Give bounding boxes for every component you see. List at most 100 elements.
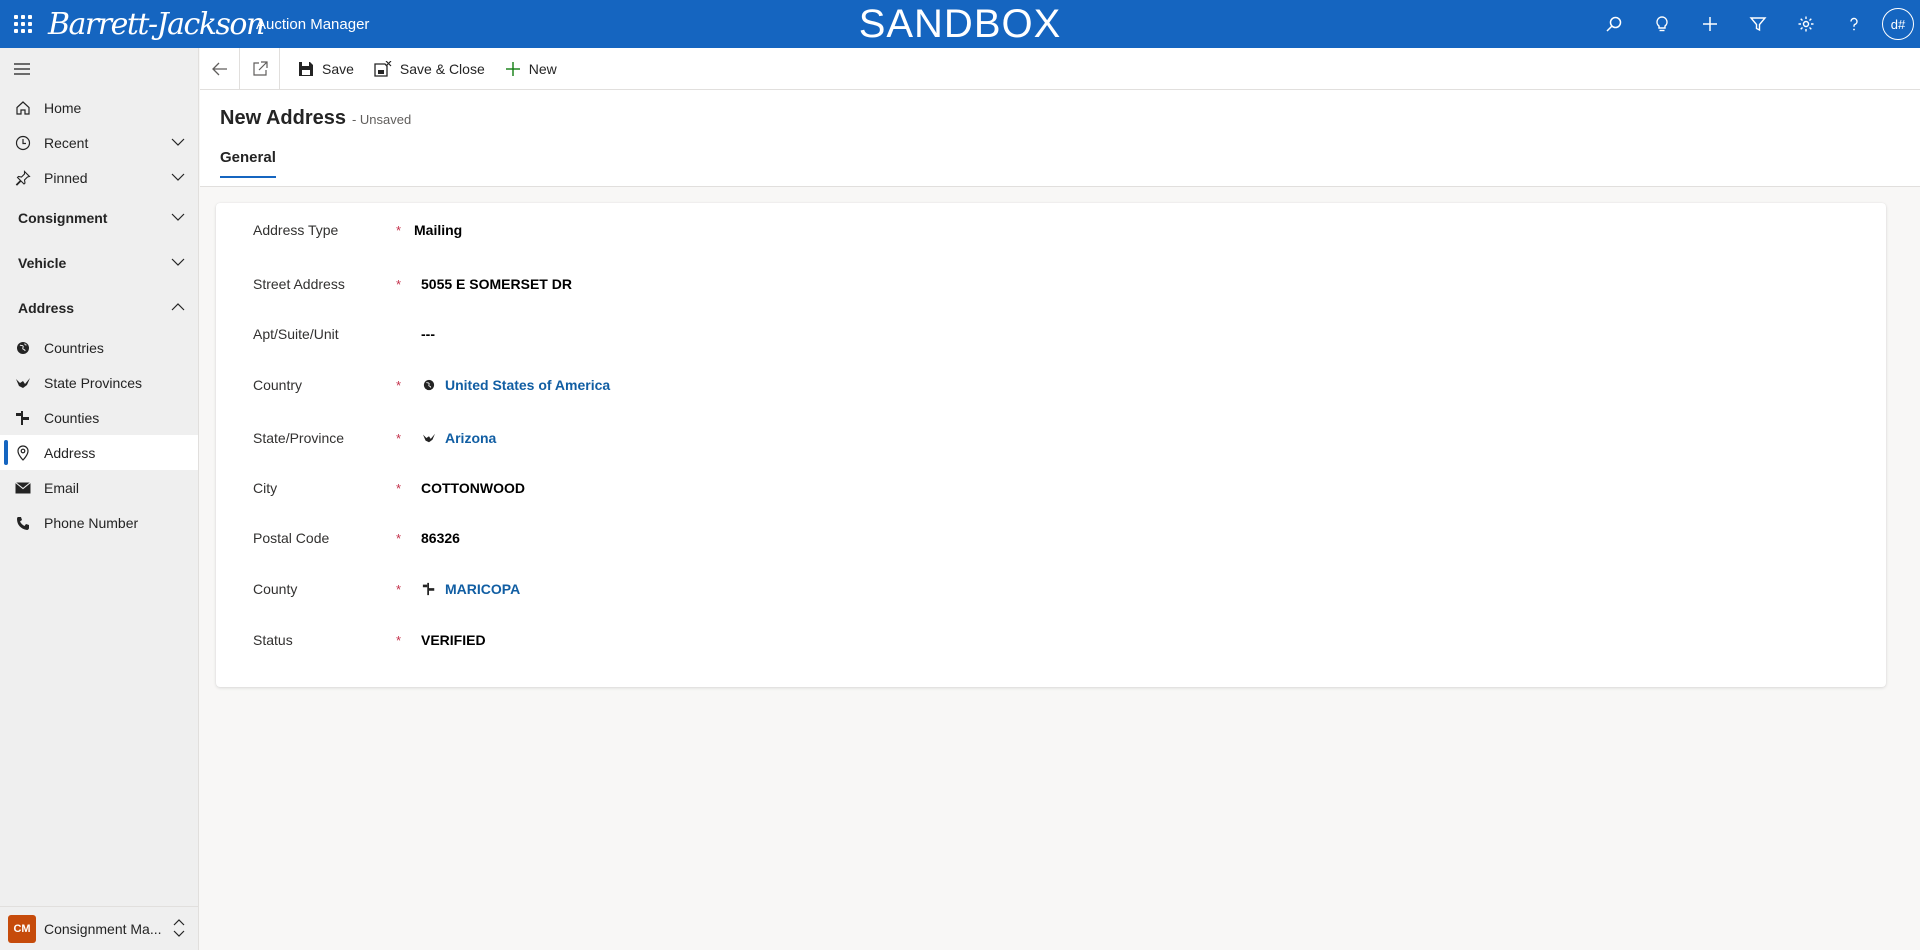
chevron-up-icon: [171, 303, 185, 311]
brand-logo[interactable]: Barrett-Jackson: [48, 7, 265, 42]
sidebar-item-email[interactable]: Email: [0, 470, 198, 505]
plus-icon: [505, 61, 520, 76]
county-lookup[interactable]: MARICOPA: [421, 581, 520, 597]
app-name[interactable]: Auction Manager: [256, 16, 369, 33]
apt-suite-unit-input[interactable]: ---: [421, 326, 435, 342]
sidebar-group-vehicle[interactable]: Vehicle: [0, 240, 198, 285]
chevron-down-icon: [171, 213, 185, 221]
street-address-input[interactable]: 5055 E SOMERSET DR: [421, 276, 572, 292]
field-label: City: [253, 480, 278, 496]
sidebar-item-pinned[interactable]: Pinned: [0, 160, 198, 195]
field-label: Postal Code: [253, 530, 330, 546]
state-province-lookup[interactable]: Arizona: [421, 430, 496, 446]
home-icon: [14, 99, 32, 117]
filter-button[interactable]: [1734, 0, 1782, 48]
county-link[interactable]: MARICOPA: [445, 581, 520, 597]
chevron-up-down-icon: [173, 919, 185, 937]
filter-icon: [1749, 17, 1767, 32]
help-button[interactable]: [1830, 0, 1878, 48]
field-label: Street Address: [253, 276, 345, 292]
bird-icon: [14, 374, 32, 392]
new-label: New: [528, 60, 557, 77]
save-label: Save: [322, 60, 354, 77]
form-title-block: New Address - Unsaved: [220, 107, 411, 130]
status-select[interactable]: VERIFIED: [421, 632, 486, 648]
tab-general[interactable]: General: [220, 149, 276, 178]
field-city: City * COTTONWOOD: [216, 473, 1886, 503]
field-label: Apt/Suite/Unit: [253, 326, 339, 342]
sidebar-item-phone-number[interactable]: Phone Number: [0, 505, 198, 540]
postal-code-input[interactable]: 86326: [421, 530, 460, 546]
search-button[interactable]: [1590, 0, 1638, 48]
sidebar-item-label: Countries: [44, 339, 104, 356]
sidebar-item-label: Counties: [44, 409, 100, 426]
chevron-down-icon[interactable]: [170, 134, 186, 150]
address-type-select[interactable]: Mailing: [414, 222, 462, 238]
lightbulb-button[interactable]: [1638, 0, 1686, 48]
sidebar-toggle-button[interactable]: [0, 48, 198, 90]
sidebar-item-address[interactable]: Address: [0, 435, 198, 470]
sidebar-item-counties[interactable]: Counties: [0, 400, 198, 435]
sidebar-group-label: Address: [18, 299, 75, 316]
required-indicator: *: [396, 530, 402, 546]
top-bar: Barrett-Jackson Auction Manager SANDBOX …: [0, 0, 1920, 48]
open-new-window-button[interactable]: [240, 47, 280, 90]
new-button[interactable]: New: [495, 48, 567, 90]
sidebar-item-home[interactable]: Home: [0, 90, 198, 125]
required-indicator: *: [396, 222, 402, 238]
country-link[interactable]: United States of America: [445, 377, 610, 393]
required-indicator: *: [396, 581, 402, 597]
bird-icon: [421, 430, 437, 446]
sidebar-item-state-provinces[interactable]: State Provinces: [0, 365, 198, 400]
save-close-button[interactable]: Save & Close: [364, 48, 495, 90]
sidebar-item-label: Recent: [44, 134, 89, 151]
field-country: Country * United States of America: [216, 370, 1886, 400]
lightbulb-icon: [1656, 16, 1668, 32]
plus-icon: [1703, 17, 1717, 31]
sidebar-item-countries[interactable]: Countries: [0, 330, 198, 365]
location-pin-icon: [14, 444, 32, 462]
field-label: State/Province: [253, 430, 345, 446]
sidebar-item-label: Home: [44, 99, 82, 116]
sidebar-item-recent[interactable]: Recent: [0, 125, 198, 160]
field-county: County * MARICOPA: [216, 574, 1886, 604]
chevron-down-icon: [171, 258, 185, 266]
sidebar: Home Recent Pinned Consignment Vehicle A…: [0, 48, 199, 950]
city-input[interactable]: COTTONWOOD: [421, 480, 525, 496]
phone-icon: [14, 514, 32, 532]
sidebar-item-label: Email: [44, 479, 80, 496]
arrow-left-icon: [211, 62, 227, 75]
user-avatar-button[interactable]: d#: [1882, 8, 1914, 40]
chevron-down-icon[interactable]: [170, 169, 186, 185]
hamburger-icon: [14, 63, 30, 75]
sidebar-item-label: Pinned: [44, 169, 88, 186]
required-indicator: *: [396, 430, 402, 446]
field-address-type: Address Type * Mailing: [216, 215, 1886, 245]
country-lookup[interactable]: United States of America: [421, 377, 610, 393]
sidebar-group-label: Consignment: [18, 209, 108, 226]
open-in-new-window-icon: [252, 60, 268, 76]
field-status: Status * VERIFIED: [216, 625, 1886, 655]
page-title: New Address: [220, 107, 346, 129]
app-launcher-button[interactable]: [0, 0, 46, 48]
back-button[interactable]: [200, 47, 240, 90]
search-icon: [1606, 16, 1622, 32]
save-button[interactable]: Save: [288, 48, 364, 90]
sidebar-group-address[interactable]: Address: [0, 285, 198, 330]
gear-icon: [1798, 16, 1814, 32]
sidebar-item-label: State Provinces: [44, 374, 143, 391]
state-province-link[interactable]: Arizona: [445, 430, 496, 446]
settings-button[interactable]: [1782, 0, 1830, 48]
area-switcher[interactable]: CM Consignment Ma...: [0, 906, 199, 950]
required-indicator: *: [396, 632, 402, 648]
field-label: Country: [253, 377, 303, 393]
new-record-button[interactable]: [1686, 0, 1734, 48]
waffle-icon: [14, 15, 32, 33]
clock-icon: [14, 134, 32, 152]
sidebar-item-label: Phone Number: [44, 514, 139, 531]
required-indicator: *: [396, 480, 402, 496]
sidebar-group-consignment[interactable]: Consignment: [0, 195, 198, 240]
question-mark-icon: [1850, 17, 1858, 31]
pin-icon: [14, 169, 32, 187]
save-close-icon: [374, 60, 392, 77]
